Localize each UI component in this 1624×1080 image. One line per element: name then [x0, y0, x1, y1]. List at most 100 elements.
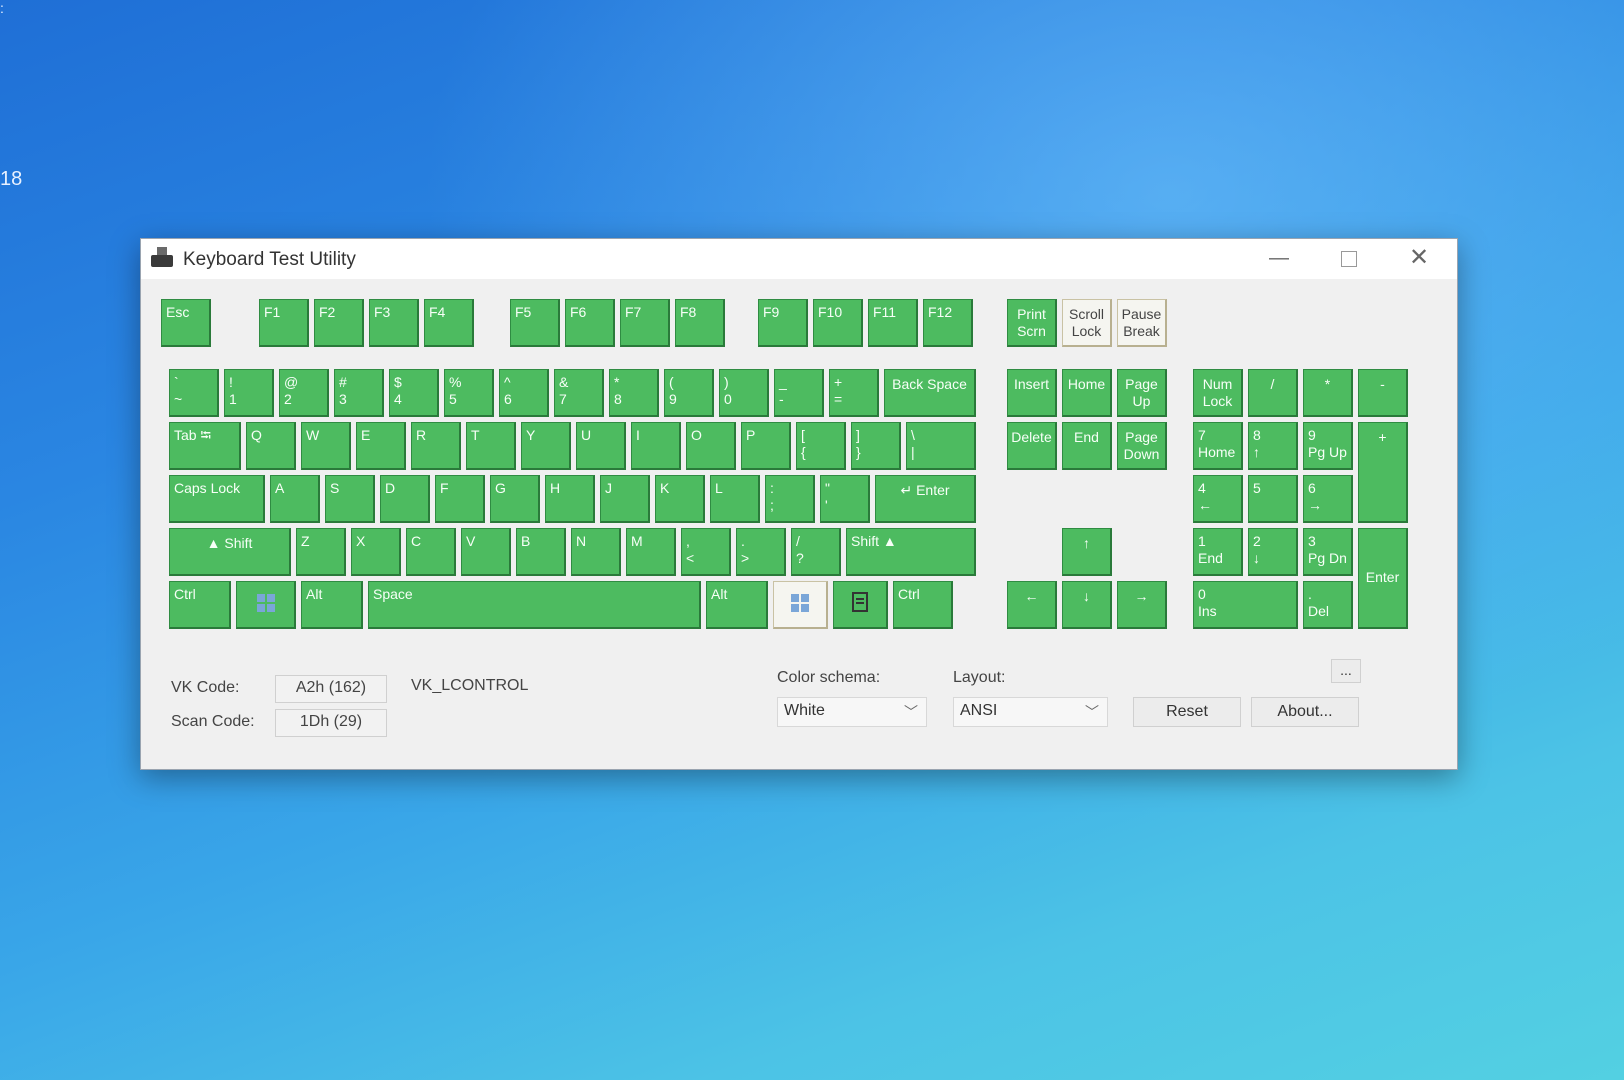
- key-n[interactable]: N: [571, 528, 621, 576]
- key-p[interactable]: P: [741, 422, 791, 470]
- key-f10[interactable]: F10: [813, 299, 863, 347]
- key-page-down[interactable]: Page Down: [1117, 422, 1167, 470]
- key-digit-6[interactable]: ^ 6: [499, 369, 549, 417]
- key-digit-5[interactable]: % 5: [444, 369, 494, 417]
- key-j[interactable]: J: [600, 475, 650, 523]
- key-num-2[interactable]: 2 ↓: [1248, 528, 1298, 576]
- key-d[interactable]: D: [380, 475, 430, 523]
- key-arrow-down[interactable]: ↓: [1062, 581, 1112, 629]
- key-comma[interactable]: , <: [681, 528, 731, 576]
- key-print-screen[interactable]: Print Scrn: [1007, 299, 1057, 347]
- key-caps-lock[interactable]: Caps Lock: [169, 475, 265, 523]
- key-f1[interactable]: F1: [259, 299, 309, 347]
- key-digit-3[interactable]: # 3: [334, 369, 384, 417]
- key-num-4[interactable]: 4 ←: [1193, 475, 1243, 523]
- key-delete[interactable]: Delete: [1007, 422, 1057, 470]
- key-scroll-lock[interactable]: Scroll Lock: [1062, 299, 1112, 347]
- key-w[interactable]: W: [301, 422, 351, 470]
- key-l[interactable]: L: [710, 475, 760, 523]
- key-semicolon[interactable]: : ;: [765, 475, 815, 523]
- key-digit-2[interactable]: @ 2: [279, 369, 329, 417]
- key-f11[interactable]: F11: [868, 299, 918, 347]
- key-shift-left[interactable]: ▲ Shift: [169, 528, 291, 576]
- key-num-3[interactable]: 3 Pg Dn: [1303, 528, 1353, 576]
- key-o[interactable]: O: [686, 422, 736, 470]
- key-arrow-left[interactable]: ←: [1007, 581, 1057, 629]
- key-t[interactable]: T: [466, 422, 516, 470]
- key-a[interactable]: A: [270, 475, 320, 523]
- key-f12[interactable]: F12: [923, 299, 973, 347]
- key-shift-right[interactable]: Shift ▲: [846, 528, 976, 576]
- key-pause-break[interactable]: Pause Break: [1117, 299, 1167, 347]
- key-page-up[interactable]: Page Up: [1117, 369, 1167, 417]
- key-c[interactable]: C: [406, 528, 456, 576]
- key-u[interactable]: U: [576, 422, 626, 470]
- key-i[interactable]: I: [631, 422, 681, 470]
- color-schema-select[interactable]: White ﹀: [777, 697, 927, 727]
- key-digit-4[interactable]: $ 4: [389, 369, 439, 417]
- key-y[interactable]: Y: [521, 422, 571, 470]
- key-menu[interactable]: [833, 581, 888, 629]
- reset-button[interactable]: Reset: [1133, 697, 1241, 727]
- key-m[interactable]: M: [626, 528, 676, 576]
- key-f8[interactable]: F8: [675, 299, 725, 347]
- key-num-0[interactable]: 0 Ins: [1193, 581, 1298, 629]
- key-num-plus[interactable]: +: [1358, 422, 1408, 523]
- key-digit-9[interactable]: ( 9: [664, 369, 714, 417]
- key-b[interactable]: B: [516, 528, 566, 576]
- key-home[interactable]: Home: [1062, 369, 1112, 417]
- key-num-7[interactable]: 7 Home: [1193, 422, 1243, 470]
- key-num-9[interactable]: 9 Pg Up: [1303, 422, 1353, 470]
- key-f2[interactable]: F2: [314, 299, 364, 347]
- key-minus[interactable]: _ -: [774, 369, 824, 417]
- key-slash[interactable]: / ?: [791, 528, 841, 576]
- key-f7[interactable]: F7: [620, 299, 670, 347]
- key-digit-8[interactable]: * 8: [609, 369, 659, 417]
- key-digit-1[interactable]: ! 1: [224, 369, 274, 417]
- key-num-multiply[interactable]: *: [1303, 369, 1353, 417]
- key-tab[interactable]: Tab ⭾: [169, 422, 241, 470]
- key-enter[interactable]: ↵ Enter: [875, 475, 976, 523]
- key-ctrl-right[interactable]: Ctrl: [893, 581, 953, 629]
- key-f9[interactable]: F9: [758, 299, 808, 347]
- key-esc[interactable]: Esc: [161, 299, 211, 347]
- key-arrow-up[interactable]: ↑: [1062, 528, 1112, 576]
- key-f5[interactable]: F5: [510, 299, 560, 347]
- key-insert[interactable]: Insert: [1007, 369, 1057, 417]
- key-num-6[interactable]: 6 →: [1303, 475, 1353, 523]
- key-r[interactable]: R: [411, 422, 461, 470]
- key-num-divide[interactable]: /: [1248, 369, 1298, 417]
- key-e[interactable]: E: [356, 422, 406, 470]
- key-arrow-right[interactable]: →: [1117, 581, 1167, 629]
- key-num-8[interactable]: 8 ↑: [1248, 422, 1298, 470]
- key-num-lock[interactable]: Num Lock: [1193, 369, 1243, 417]
- key-num-5[interactable]: 5: [1248, 475, 1298, 523]
- key-period[interactable]: . >: [736, 528, 786, 576]
- about-button[interactable]: About...: [1251, 697, 1359, 727]
- key-num-minus[interactable]: -: [1358, 369, 1408, 417]
- key-z[interactable]: Z: [296, 528, 346, 576]
- key-f4[interactable]: F4: [424, 299, 474, 347]
- key-v[interactable]: V: [461, 528, 511, 576]
- key-backslash[interactable]: \ |: [906, 422, 976, 470]
- key-alt-right[interactable]: Alt: [706, 581, 768, 629]
- key-f3[interactable]: F3: [369, 299, 419, 347]
- layout-select[interactable]: ANSI ﹀: [953, 697, 1108, 727]
- key-bracket-right[interactable]: ] }: [851, 422, 901, 470]
- key-x[interactable]: X: [351, 528, 401, 576]
- key-num-decimal[interactable]: . Del: [1303, 581, 1353, 629]
- key-alt-left[interactable]: Alt: [301, 581, 363, 629]
- key-bracket-left[interactable]: [ {: [796, 422, 846, 470]
- key-win-right[interactable]: [773, 581, 828, 629]
- key-quote[interactable]: " ': [820, 475, 870, 523]
- key-space[interactable]: Space: [368, 581, 701, 629]
- key-end[interactable]: End: [1062, 422, 1112, 470]
- key-num-enter[interactable]: Enter: [1358, 528, 1408, 629]
- key-win-left[interactable]: [236, 581, 296, 629]
- more-button[interactable]: ...: [1331, 659, 1361, 683]
- key-f[interactable]: F: [435, 475, 485, 523]
- key-backquote[interactable]: ` ~: [169, 369, 219, 417]
- key-q[interactable]: Q: [246, 422, 296, 470]
- key-h[interactable]: H: [545, 475, 595, 523]
- key-num-1[interactable]: 1 End: [1193, 528, 1243, 576]
